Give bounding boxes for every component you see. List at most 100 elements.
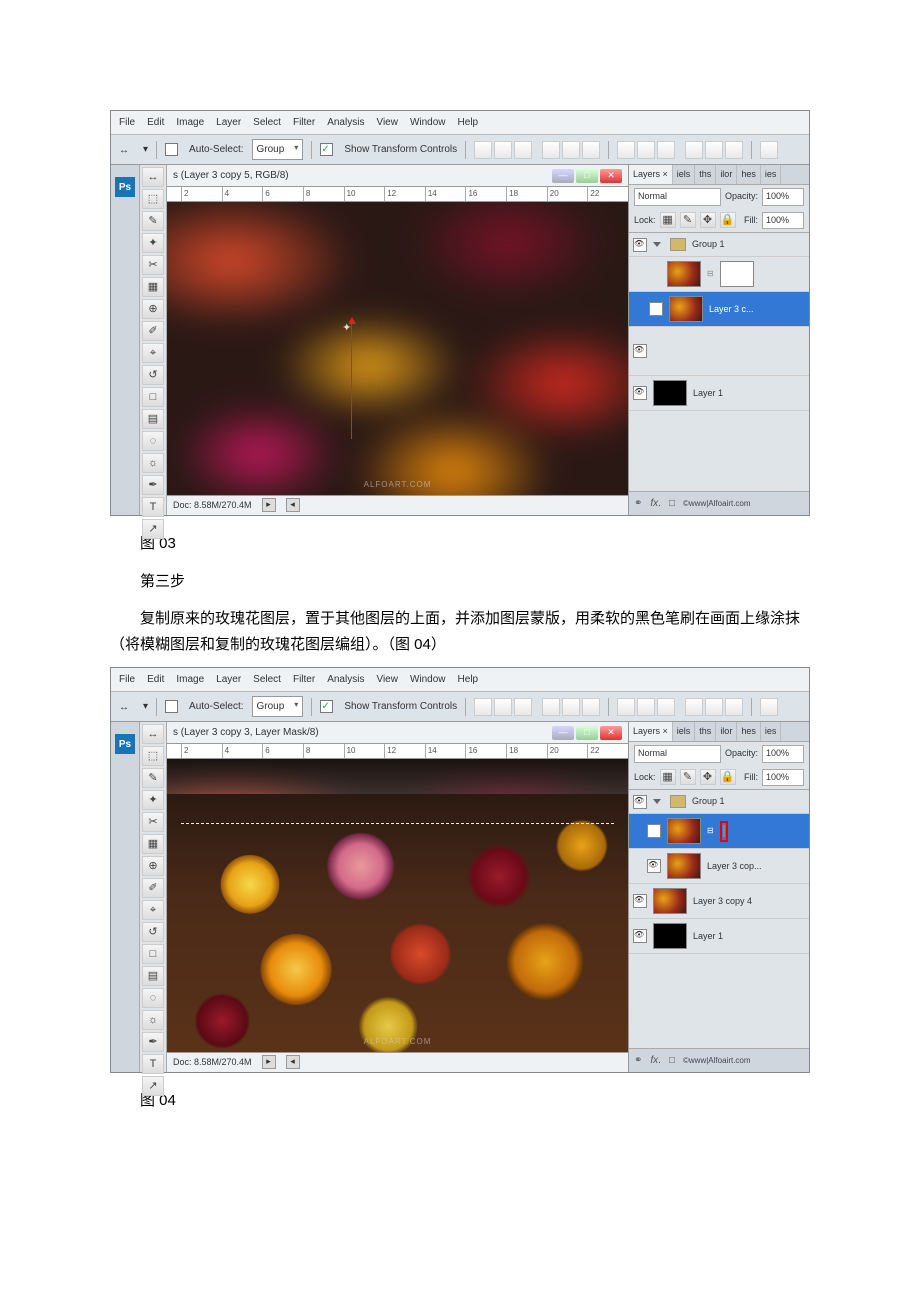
layer-row[interactable]: Layer 1 <box>629 919 809 954</box>
visibility-toggle[interactable] <box>633 344 647 358</box>
show-transform-checkbox[interactable] <box>320 700 333 713</box>
move-tool[interactable]: ↔ <box>142 724 164 744</box>
visibility-toggle[interactable] <box>649 302 663 316</box>
move-tool[interactable]: ↔ <box>142 167 164 187</box>
auto-select-dropdown[interactable]: Group <box>252 696 304 717</box>
tab-3[interactable]: ths <box>695 722 716 741</box>
layer-row-hidden[interactable] <box>629 327 809 376</box>
gradient-tool[interactable]: ▤ <box>142 409 164 429</box>
tab-2[interactable]: iels <box>673 722 696 741</box>
tab-channels[interactable]: iels <box>673 165 696 184</box>
layer-row-selected[interactable]: Layer 3 c... <box>629 292 809 327</box>
opacity-field[interactable]: 100% <box>762 745 804 762</box>
menu-image[interactable]: Image <box>176 671 204 688</box>
visibility-toggle[interactable] <box>633 238 647 252</box>
pen-tool[interactable]: ✒ <box>142 475 164 495</box>
menu-edit[interactable]: Edit <box>147 671 164 688</box>
close-button[interactable]: ✕ <box>600 169 622 183</box>
visibility-toggle[interactable] <box>633 795 647 809</box>
status-scroll[interactable]: ◂ <box>286 1055 300 1069</box>
show-transform-checkbox[interactable] <box>320 143 333 156</box>
blend-mode-dropdown[interactable]: Normal <box>634 745 721 762</box>
lasso-tool[interactable]: ✎ <box>142 211 164 231</box>
distribute-btn[interactable] <box>705 141 723 159</box>
distribute-btn[interactable] <box>685 141 703 159</box>
menu-analysis[interactable]: Analysis <box>327 671 364 688</box>
fill-field[interactable]: 100% <box>762 212 804 229</box>
eraser-tool[interactable]: □ <box>142 944 164 964</box>
chevron-down-icon[interactable] <box>653 799 661 804</box>
menu-help[interactable]: Help <box>458 114 479 131</box>
dodge-tool[interactable]: ☼ <box>142 1010 164 1030</box>
menu-select[interactable]: Select <box>253 671 281 688</box>
minimize-button[interactable]: — <box>552 169 574 183</box>
gradient-tool[interactable]: ▤ <box>142 966 164 986</box>
close-button[interactable]: ✕ <box>600 726 622 740</box>
visibility-toggle[interactable] <box>647 824 661 838</box>
lock-all-icon[interactable]: 🔒 <box>720 769 736 785</box>
align-btn[interactable] <box>494 141 512 159</box>
tab-6[interactable]: ies <box>761 722 782 741</box>
menu-help[interactable]: Help <box>458 671 479 688</box>
fx-icon[interactable]: fx. <box>650 1052 661 1069</box>
heal-tool[interactable]: ⊕ <box>142 856 164 876</box>
menu-view[interactable]: View <box>376 114 398 131</box>
align-btn[interactable] <box>542 698 560 716</box>
mask-icon[interactable]: □ <box>669 1052 675 1069</box>
link-icon[interactable]: ⚭ <box>634 1052 642 1069</box>
distribute-btn[interactable] <box>637 141 655 159</box>
path-tool[interactable]: ↗ <box>142 519 164 539</box>
layer-group-row[interactable]: Group 1 <box>629 790 809 814</box>
lock-transparency-icon[interactable]: ▦ <box>660 769 676 785</box>
distribute-btn[interactable] <box>657 141 675 159</box>
align-btn[interactable] <box>542 141 560 159</box>
status-scroll[interactable]: ◂ <box>286 498 300 512</box>
fx-icon[interactable]: fx. <box>650 495 661 512</box>
extra-btn[interactable] <box>760 698 778 716</box>
align-btn[interactable] <box>562 698 580 716</box>
distribute-btn[interactable] <box>657 698 675 716</box>
tab-4[interactable]: ilor <box>716 165 737 184</box>
maximize-button[interactable]: □ <box>576 169 598 183</box>
minimize-button[interactable]: — <box>552 726 574 740</box>
menu-filter[interactable]: Filter <box>293 114 315 131</box>
canvas[interactable]: ✦ ALFOART.COM <box>167 202 628 495</box>
visibility-toggle[interactable] <box>633 929 647 943</box>
menu-view[interactable]: View <box>376 671 398 688</box>
distribute-btn[interactable] <box>725 698 743 716</box>
menu-layer[interactable]: Layer <box>216 114 241 131</box>
menu-filter[interactable]: Filter <box>293 671 315 688</box>
lock-transparency-icon[interactable]: ▦ <box>660 212 676 228</box>
stamp-tool[interactable]: ⌖ <box>142 343 164 363</box>
menu-image[interactable]: Image <box>176 114 204 131</box>
layer-row[interactable]: Layer 3 cop... <box>629 849 809 884</box>
layer-row[interactable]: ⊟ <box>629 257 809 292</box>
distribute-btn[interactable] <box>617 141 635 159</box>
tab-6[interactable]: ies <box>761 165 782 184</box>
menu-window[interactable]: Window <box>410 671 446 688</box>
distribute-btn[interactable] <box>685 698 703 716</box>
tab-layers[interactable]: Layers × <box>629 165 673 184</box>
opacity-field[interactable]: 100% <box>762 188 804 205</box>
auto-select-checkbox[interactable] <box>165 700 178 713</box>
chevron-down-icon[interactable] <box>653 242 661 247</box>
align-btn[interactable] <box>582 141 600 159</box>
menu-analysis[interactable]: Analysis <box>327 114 364 131</box>
tab-5[interactable]: hes <box>737 722 761 741</box>
distribute-btn[interactable] <box>637 698 655 716</box>
crop-tool[interactable]: ✂ <box>142 812 164 832</box>
marquee-tool[interactable]: ⬚ <box>142 189 164 209</box>
maximize-button[interactable]: □ <box>576 726 598 740</box>
align-btn[interactable] <box>514 141 532 159</box>
slice-tool[interactable]: ▦ <box>142 834 164 854</box>
tab-5[interactable]: hes <box>737 165 761 184</box>
lock-pixels-icon[interactable]: ✎ <box>680 212 696 228</box>
status-arrow[interactable]: ▸ <box>262 498 276 512</box>
stamp-tool[interactable]: ⌖ <box>142 900 164 920</box>
align-btn[interactable] <box>494 698 512 716</box>
history-brush-tool[interactable]: ↺ <box>142 365 164 385</box>
extra-btn[interactable] <box>760 141 778 159</box>
blur-tool[interactable]: ◌ <box>142 431 164 451</box>
tab-4[interactable]: ilor <box>716 722 737 741</box>
layer-row-selected[interactable]: ⊟ <box>629 814 809 849</box>
